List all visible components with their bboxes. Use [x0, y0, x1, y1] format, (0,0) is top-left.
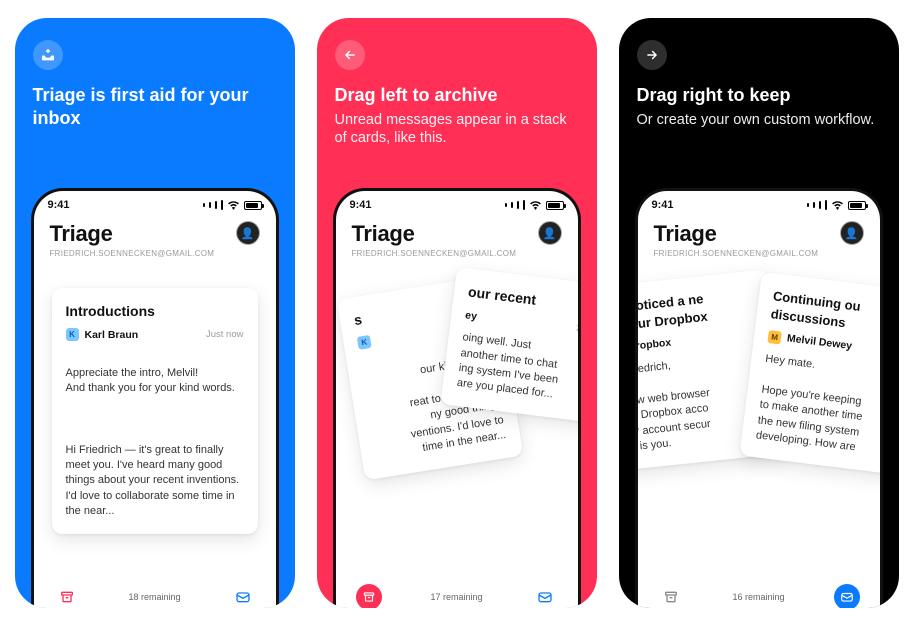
status-indicators: [505, 200, 564, 210]
mail-card[interactable]: Introductions K Karl Braun Just now Appr…: [52, 288, 258, 534]
avatar[interactable]: 👤: [236, 221, 260, 245]
app-title: Triage: [50, 221, 215, 247]
status-time: 9:41: [48, 199, 70, 211]
app-header: Triage FRIEDRICH.SOENNECKEN@GMAIL.COM 👤: [34, 213, 276, 260]
archive-icon[interactable]: [54, 584, 80, 608]
wifi-icon: [831, 200, 844, 210]
phone-mock: 9:41 Triage FRIEDRICH.SOENNECKEN@GMAIL.C…: [31, 188, 279, 608]
status-time: 9:41: [652, 199, 674, 211]
sender-badge-icon: K: [66, 328, 79, 341]
mail-body-frag: oing well. Just another time to chat ing…: [455, 330, 580, 411]
card-stack[interactable]: s K Just now , Melvil! our kind words. r…: [336, 278, 578, 528]
arrow-right-icon: [637, 40, 667, 70]
mail-body: Appreciate the intro, Melvil! And thank …: [66, 350, 244, 519]
archive-icon[interactable]: [658, 584, 684, 608]
remaining-count: 17 remaining: [430, 592, 482, 602]
status-bar: 9:41: [336, 191, 578, 213]
status-indicators: [203, 200, 262, 210]
card-stack[interactable]: Introductions K Karl Braun Just now Appr…: [34, 278, 276, 528]
promo-panel-1: Triage is first aid for your inbox 9:41 …: [15, 18, 295, 608]
headline: Triage is first aid for your inbox: [33, 84, 277, 129]
bottom-bar: 17 remaining: [336, 584, 578, 608]
mail-card-right[interactable]: Continuing ou discussions M Melvil Dewey…: [739, 272, 883, 478]
promo-panel-2: Drag left to archive Unread messages app…: [317, 18, 597, 608]
headline: Drag right to keep: [637, 84, 881, 107]
mail-card-front[interactable]: our recent ey 3 hours ago oing well. Jus…: [440, 267, 581, 427]
battery-icon: [244, 201, 262, 210]
mail-body: Hey mate. Hope you're keeping to make an…: [754, 352, 882, 462]
archive-button[interactable]: [356, 584, 382, 608]
avatar[interactable]: 👤: [538, 221, 562, 245]
wifi-icon: [227, 200, 240, 210]
bottom-bar: 18 remaining: [34, 584, 276, 608]
mail-sender: K Karl Braun: [66, 328, 139, 343]
account-email: FRIEDRICH.SOENNECKEN@GMAIL.COM: [654, 249, 819, 258]
account-email: FRIEDRICH.SOENNECKEN@GMAIL.COM: [50, 249, 215, 258]
phone-mock: 9:41 Triage FRIEDRICH.SOENNECKEN@GMAIL.C…: [635, 188, 883, 608]
bottom-bar: 16 remaining: [638, 584, 880, 608]
status-bar: 9:41: [638, 191, 880, 213]
promo-panel-3: Drag right to keep Or create your own cu…: [619, 18, 899, 608]
sender-badge-icon: K: [356, 335, 371, 350]
wifi-icon: [529, 200, 542, 210]
mail-timestamp: Just now: [206, 328, 244, 341]
app-title: Triage: [654, 221, 819, 247]
keep-button[interactable]: [834, 584, 860, 608]
phone-mock: 9:41 Triage FRIEDRICH.SOENNECKEN@GMAIL.C…: [333, 188, 581, 608]
app-title: Triage: [352, 221, 517, 247]
headline: Drag left to archive: [335, 84, 579, 107]
keep-icon[interactable]: [230, 584, 256, 608]
arrow-left-icon: [335, 40, 365, 70]
battery-icon: [546, 201, 564, 210]
keep-icon[interactable]: [532, 584, 558, 608]
battery-icon: [848, 201, 866, 210]
mail-timestamp: 3 hours ago: [575, 322, 581, 341]
app-header: Triage FRIEDRICH.SOENNECKEN@GMAIL.COM 👤: [336, 213, 578, 260]
status-time: 9:41: [350, 199, 372, 211]
subhead: Unread messages appear in a stack of car…: [335, 111, 579, 149]
avatar[interactable]: 👤: [840, 221, 864, 245]
sender-badge-icon: M: [767, 330, 781, 344]
status-bar: 9:41: [34, 191, 276, 213]
inbox-plus-icon: [33, 40, 63, 70]
mail-sender: ◆ Dropbox: [635, 336, 672, 357]
mail-sender: M Melvil Dewey: [767, 329, 853, 354]
subhead: Or create your own custom workflow.: [637, 111, 881, 130]
app-header: Triage FRIEDRICH.SOENNECKEN@GMAIL.COM 👤: [638, 213, 880, 260]
mail-subject: Introductions: [66, 302, 244, 322]
remaining-count: 16 remaining: [732, 592, 784, 602]
card-stack[interactable]: We noticed a ne to your Dropbox ◆ Dropbo…: [638, 278, 880, 528]
account-email: FRIEDRICH.SOENNECKEN@GMAIL.COM: [352, 249, 517, 258]
status-indicators: [807, 200, 866, 210]
remaining-count: 18 remaining: [128, 592, 180, 602]
